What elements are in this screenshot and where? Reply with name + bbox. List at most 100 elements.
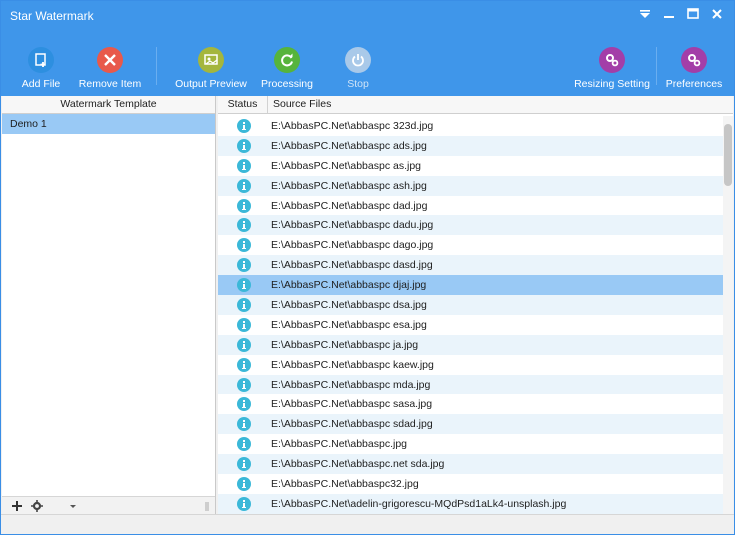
file-path: E:\AbbasPC.Net\abbaspc ash.jpg — [271, 179, 427, 192]
file-row[interactable]: E:\AbbasPC.Net\abbaspc mda.jpg — [218, 374, 723, 395]
info-icon — [237, 437, 251, 452]
output-preview-button[interactable]: Output Preview — [175, 47, 247, 95]
file-row[interactable]: E:\AbbasPC.Net\abbaspc ash.jpg — [218, 175, 723, 196]
resizing-setting-button[interactable]: Resizing Setting — [574, 47, 650, 95]
chevron-down-icon[interactable] — [66, 499, 80, 513]
file-row[interactable]: E:\AbbasPC.Net\abbaspc sasa.jpg — [218, 394, 723, 414]
preferences-label: Preferences — [665, 78, 723, 90]
file-list: E:\AbbasPC.Net\abbaspc 323d.jpg E:\AbbasP… — [218, 116, 723, 514]
info-icon — [237, 218, 251, 233]
file-path: E:\AbbasPC.Net\abbaspc.net sda.jpg — [271, 458, 445, 471]
toolbar-separator — [656, 47, 657, 85]
source-files-column-header[interactable]: Source Files — [273, 96, 331, 113]
add-file-label: Add File — [21, 78, 61, 90]
file-row[interactable]: E:\AbbasPC.Net\abbaspc dad.jpg — [218, 196, 723, 216]
info-icon — [237, 357, 251, 372]
scrollbar-thumb[interactable] — [724, 124, 732, 186]
file-row[interactable]: E:\AbbasPC.Net\abbaspc 323d.jpg — [218, 116, 723, 136]
info-icon — [237, 138, 251, 153]
watermark-template-header: Watermark Template — [2, 96, 215, 114]
info-icon — [237, 278, 251, 293]
info-icon — [237, 258, 251, 273]
preferences-button[interactable]: Preferences — [666, 47, 722, 95]
file-row[interactable]: E:\AbbasPC.Net\abbaspc.jpg — [218, 434, 723, 454]
info-icon — [237, 119, 251, 133]
template-item[interactable]: Demo 1 — [2, 114, 215, 134]
close-icon[interactable] — [708, 5, 726, 23]
file-path: E:\AbbasPC.Net\abbaspc32.jpg — [271, 478, 419, 491]
file-path: E:\AbbasPC.Net\abbaspc 323d.jpg — [271, 120, 434, 132]
output-preview-label: Output Preview — [175, 78, 247, 90]
refresh-icon — [274, 47, 300, 73]
main-toolbar: Add File Remove Item Output Preview Proc… — [1, 41, 734, 96]
source-files-panel: Status Source Files E:\AbbasPC.Net\abbas… — [218, 96, 733, 514]
processing-button[interactable]: Processing — [261, 47, 313, 95]
file-path: E:\AbbasPC.Net\abbaspc ads.jpg — [271, 139, 427, 152]
file-row[interactable]: E:\AbbasPC.Net\abbaspc dasd.jpg — [218, 255, 723, 276]
info-icon — [237, 457, 251, 472]
resize-grip-icon — [200, 499, 214, 513]
window-controls — [636, 5, 726, 23]
maximize-icon[interactable] — [684, 5, 702, 23]
toolbar-separator — [156, 47, 157, 85]
file-path: E:\AbbasPC.Net\abbaspc sdad.jpg — [271, 418, 433, 431]
file-row[interactable]: E:\AbbasPC.Net\abbaspc.net sda.jpg — [218, 454, 723, 475]
minimize-icon[interactable] — [660, 5, 678, 23]
file-row[interactable]: E:\AbbasPC.Net\abbaspc djaj.jpg — [218, 275, 723, 296]
window-title: Star Watermark — [10, 9, 94, 23]
resizing-setting-label: Resizing Setting — [574, 78, 650, 90]
status-bar — [1, 514, 734, 534]
file-path: E:\AbbasPC.Net\abbaspc sasa.jpg — [271, 398, 433, 411]
info-icon — [237, 417, 251, 432]
info-icon — [237, 317, 251, 332]
file-row[interactable]: E:\AbbasPC.Net\abbaspc sdad.jpg — [218, 414, 723, 435]
add-template-icon[interactable] — [10, 499, 24, 513]
file-row[interactable]: E:\AbbasPC.Net\abbaspc as.jpg — [218, 156, 723, 176]
file-row[interactable]: E:\AbbasPC.Net\abbaspc dsa.jpg — [218, 295, 723, 315]
file-path: E:\AbbasPC.Net\abbaspc dadu.jpg — [271, 219, 434, 232]
file-row[interactable]: E:\AbbasPC.Net\abbaspc32.jpg — [218, 474, 723, 494]
info-icon — [237, 158, 251, 173]
add-file-icon — [28, 47, 54, 73]
stop-button[interactable]: Stop — [343, 47, 373, 95]
file-row[interactable]: E:\AbbasPC.Net\abbaspc esa.jpg — [218, 315, 723, 335]
info-icon — [237, 198, 251, 213]
info-icon — [237, 298, 251, 313]
file-row[interactable]: E:\AbbasPC.Net\adelin-grigorescu-MQdPsd1… — [218, 493, 723, 514]
file-row[interactable]: E:\AbbasPC.Net\abbaspc ja.jpg — [218, 334, 723, 355]
file-path: E:\AbbasPC.Net\abbaspc ja.jpg — [271, 338, 419, 351]
file-path: E:\AbbasPC.Net\abbaspc mda.jpg — [271, 378, 431, 391]
vertical-scrollbar[interactable] — [723, 116, 733, 514]
file-path: E:\AbbasPC.Net\abbaspc dasd.jpg — [271, 259, 433, 272]
title-toolbar-band: Star Watermark Add File Remove Item Outp… — [1, 1, 734, 96]
power-icon — [345, 47, 371, 73]
file-row[interactable]: E:\AbbasPC.Net\abbaspc ads.jpg — [218, 135, 723, 156]
preview-icon — [198, 47, 224, 73]
file-path: E:\AbbasPC.Net\adelin-grigorescu-MQdPsd1… — [271, 497, 567, 510]
status-column-header[interactable]: Status — [218, 96, 268, 113]
add-file-button[interactable]: Add File — [21, 47, 61, 95]
file-path: E:\AbbasPC.Net\abbaspc.jpg — [271, 438, 407, 451]
file-path: E:\AbbasPC.Net\abbaspc esa.jpg — [271, 318, 427, 331]
app-window: Star Watermark Add File Remove Item Outp… — [0, 0, 735, 535]
gears-icon — [681, 47, 707, 73]
info-icon — [237, 238, 251, 253]
file-path: E:\AbbasPC.Net\abbaspc kaew.jpg — [271, 358, 434, 371]
info-icon — [237, 397, 251, 412]
file-path: E:\AbbasPC.Net\abbaspc dad.jpg — [271, 199, 428, 212]
watermark-template-panel: Watermark Template Demo 1 — [2, 96, 216, 514]
remove-item-button[interactable]: Remove Item — [79, 47, 141, 95]
info-icon — [237, 337, 251, 352]
gears-icon — [599, 47, 625, 73]
dropdown-menu-icon[interactable] — [636, 5, 654, 23]
settings-gear-icon[interactable] — [30, 499, 44, 513]
info-icon — [237, 477, 251, 492]
info-icon — [237, 377, 251, 392]
file-row[interactable]: E:\AbbasPC.Net\abbaspc dadu.jpg — [218, 215, 723, 236]
remove-icon — [97, 47, 123, 73]
info-icon — [237, 496, 251, 511]
remove-item-label: Remove Item — [78, 78, 142, 90]
file-row[interactable]: E:\AbbasPC.Net\abbaspc kaew.jpg — [218, 355, 723, 375]
file-row[interactable]: E:\AbbasPC.Net\abbaspc dago.jpg — [218, 235, 723, 255]
stop-label: Stop — [347, 78, 369, 90]
